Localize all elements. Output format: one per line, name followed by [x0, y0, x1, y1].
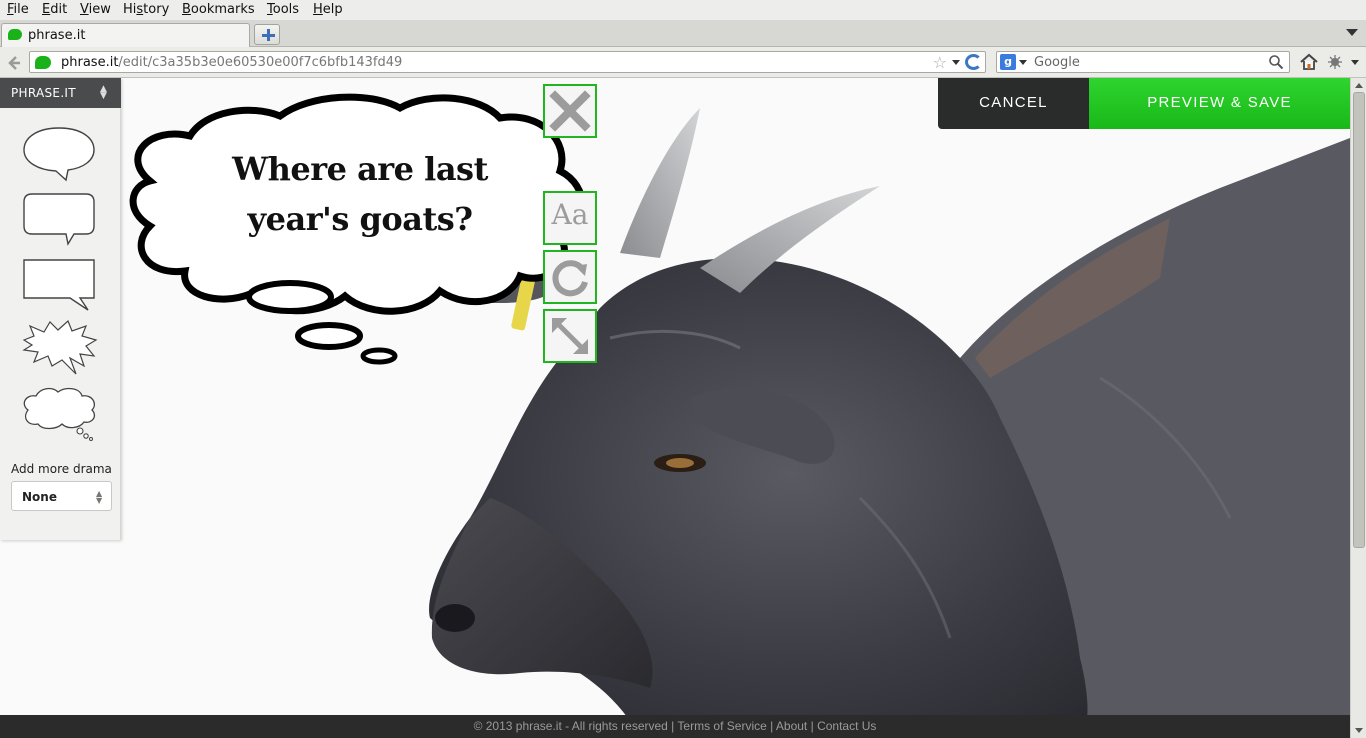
cancel-label: CANCEL: [979, 94, 1048, 111]
home-icon[interactable]: [1299, 52, 1319, 72]
bubble-text-line-1[interactable]: Where are last: [200, 144, 520, 194]
reload-icon[interactable]: [965, 54, 982, 70]
scroll-down-icon[interactable]: [1355, 728, 1363, 733]
footer-copyright: © 2013 phrase.it - All rights reserved: [473, 719, 668, 733]
url-text[interactable]: phrase.it/edit/c3a35b3e0e60530e00f7c6bfb…: [61, 55, 402, 70]
favicon-icon: [8, 29, 22, 40]
font-button[interactable]: Aa: [543, 191, 597, 245]
bookmark-star-icon[interactable]: ☆: [933, 53, 947, 72]
resize-icon: [552, 318, 588, 354]
tab-bar: phrase.it: [0, 21, 1366, 47]
scroll-thumb[interactable]: [1353, 92, 1365, 548]
navigation-bar: phrase.it/edit/c3a35b3e0e60530e00f7c6bfb…: [0, 47, 1366, 78]
tab-list-dropdown-icon[interactable]: [1346, 29, 1358, 36]
bubble-text-line-2[interactable]: year's goats?: [200, 194, 520, 244]
search-bar[interactable]: g Google: [996, 51, 1290, 73]
bubble-option-thought-cloud[interactable]: [18, 384, 100, 442]
footer-link-about[interactable]: About: [776, 719, 807, 733]
menu-help[interactable]: Help: [313, 2, 343, 17]
search-engine-icon[interactable]: g: [1000, 54, 1016, 70]
bubble-palette: PHRASE.IT ▲ ▼ Add more drama None ▲ ▼: [0, 78, 121, 540]
preview-save-button[interactable]: PREVIEW & SAVE: [1089, 78, 1350, 129]
search-placeholder: Google: [1034, 55, 1080, 70]
menu-view[interactable]: View: [80, 2, 111, 17]
palette-toggle-icon[interactable]: ▲ ▼: [100, 85, 107, 101]
bubble-option-speech-rect[interactable]: [18, 254, 100, 312]
palette-header[interactable]: PHRASE.IT ▲ ▼: [0, 78, 121, 108]
page-scrollbar[interactable]: [1350, 78, 1366, 738]
drama-label: Add more drama: [11, 462, 112, 476]
bubble-option-speech-oval[interactable]: [18, 124, 100, 182]
menu-bar: File Edit View History Bookmarks Tools H…: [0, 0, 1366, 21]
delete-bubble-button[interactable]: [543, 84, 597, 138]
scroll-up-icon[interactable]: [1355, 83, 1363, 88]
palette-title: PHRASE.IT: [11, 86, 76, 100]
select-arrows-icon: ▲ ▼: [96, 489, 103, 505]
close-icon: [549, 90, 591, 132]
addon-dropdown-icon[interactable]: [1351, 60, 1359, 65]
url-bar[interactable]: phrase.it/edit/c3a35b3e0e60530e00f7c6bfb…: [29, 51, 986, 73]
editor-canvas[interactable]: Where are last year's goats? Aa CANCEL P…: [0, 78, 1350, 738]
bubble-text[interactable]: Where are last year's goats?: [200, 144, 520, 244]
tab-phrase-it[interactable]: phrase.it: [1, 23, 250, 47]
addon-icon[interactable]: [1326, 53, 1344, 71]
menu-edit[interactable]: Edit: [42, 2, 67, 17]
drama-select-value: None: [22, 490, 57, 504]
font-icon: Aa: [551, 198, 589, 231]
new-tab-button[interactable]: [254, 24, 280, 45]
page-footer: © 2013 phrase.it - All rights reserved |…: [0, 715, 1350, 738]
back-arrow-icon[interactable]: [5, 54, 23, 72]
search-icon[interactable]: [1268, 54, 1284, 70]
footer-link-terms[interactable]: Terms of Service: [677, 719, 766, 733]
search-engine-dropdown-icon[interactable]: [1019, 60, 1027, 65]
drama-select[interactable]: None ▲ ▼: [11, 481, 112, 511]
rotate-icon: [552, 260, 588, 297]
url-history-dropdown-icon[interactable]: [952, 60, 960, 65]
preview-save-label: PREVIEW & SAVE: [1147, 94, 1292, 111]
site-identity-icon[interactable]: [35, 56, 51, 69]
footer-link-contact[interactable]: Contact Us: [817, 719, 876, 733]
bubble-option-shout-burst[interactable]: [18, 318, 100, 376]
resize-button[interactable]: [543, 309, 597, 363]
bubble-option-speech-rounded[interactable]: [18, 188, 100, 246]
menu-file[interactable]: File: [7, 2, 29, 17]
rotate-button[interactable]: [543, 250, 597, 304]
tab-title: phrase.it: [28, 28, 86, 43]
cancel-button[interactable]: CANCEL: [938, 78, 1089, 129]
menu-history[interactable]: History: [123, 2, 169, 17]
menu-tools[interactable]: Tools: [267, 2, 299, 17]
menu-bookmarks[interactable]: Bookmarks: [182, 2, 255, 17]
